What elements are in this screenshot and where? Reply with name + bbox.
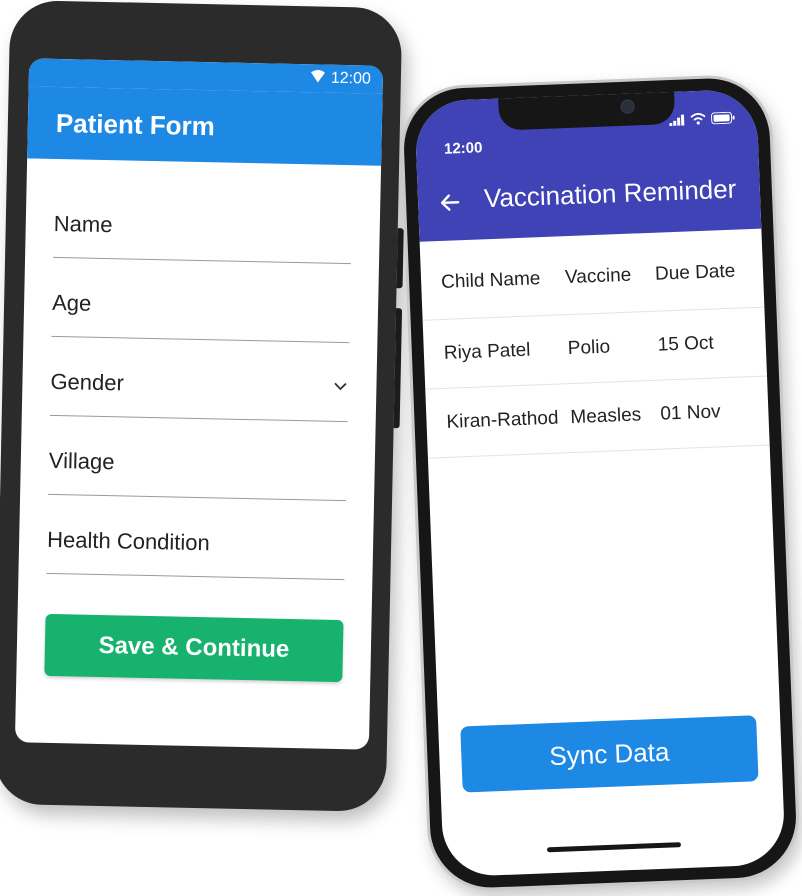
mockup-stage: 12:00 Patient Form Name Age Gender Villa…	[0, 0, 802, 896]
front-camera	[620, 99, 635, 114]
page-title: Patient Form	[55, 107, 216, 141]
patient-form: Name Age Gender Village Health Condition	[16, 158, 381, 683]
notch	[498, 89, 676, 131]
chevron-down-icon[interactable]	[332, 379, 348, 395]
column-header-child-name: Child Name	[440, 268, 541, 293]
status-time: 12:00	[330, 69, 372, 88]
health-condition-field[interactable]: Health Condition	[46, 492, 347, 581]
cell-due-date: 01 Nov	[659, 401, 721, 425]
column-header-due-date: Due Date	[654, 260, 736, 285]
iphone-screen: 12:00 Vaccination Reminder Child Name Va…	[414, 88, 786, 878]
status-icons	[669, 111, 735, 127]
village-field-label: Village	[48, 447, 115, 475]
save-continue-button[interactable]: Save & Continue	[44, 613, 344, 683]
volume-button	[396, 228, 404, 289]
android-phone: 12:00 Patient Form Name Age Gender Villa…	[0, 0, 404, 813]
name-field-label: Name	[53, 210, 113, 238]
vaccination-table: Child Name Vaccine Due Date Riya Patel P…	[419, 228, 770, 459]
cell-vaccine: Polio	[567, 336, 611, 360]
power-button	[393, 308, 403, 429]
health-condition-field-label: Health Condition	[46, 526, 211, 556]
back-arrow-icon[interactable]	[438, 190, 463, 215]
page-title: Vaccination Reminder	[483, 173, 737, 214]
age-field-label: Age	[51, 289, 92, 316]
android-app-bar: Patient Form	[27, 86, 383, 166]
cell-vaccine: Measles	[570, 404, 642, 429]
name-field[interactable]: Name	[53, 176, 353, 265]
table-row[interactable]: Kiran-Rathod Measles 01 Nov	[425, 376, 770, 459]
table-header-row: Child Name Vaccine Due Date	[419, 228, 765, 321]
wifi-icon	[690, 113, 706, 125]
village-field[interactable]: Village	[48, 413, 348, 502]
age-field[interactable]: Age	[51, 255, 352, 344]
cell-due-date: 15 Oct	[657, 332, 715, 356]
sync-data-button[interactable]: Sync Data	[460, 715, 759, 793]
table-row[interactable]: Riya Patel Polio 15 Oct	[422, 307, 768, 390]
iphone: 12:00 Vaccination Reminder Child Name Va…	[398, 73, 802, 893]
android-screen: 12:00 Patient Form Name Age Gender Villa…	[14, 58, 384, 750]
gender-select[interactable]: Gender	[49, 334, 350, 423]
status-time: 12:00	[443, 139, 483, 158]
signal-icon	[669, 114, 685, 126]
cell-child-name: Kiran-Rathod	[446, 407, 559, 433]
battery-icon	[710, 111, 735, 125]
column-header-vaccine: Vaccine	[564, 264, 632, 289]
gender-select-label: Gender	[50, 368, 125, 396]
cell-child-name: Riya Patel	[443, 339, 531, 364]
home-indicator	[546, 842, 682, 853]
wifi-icon	[310, 69, 325, 88]
